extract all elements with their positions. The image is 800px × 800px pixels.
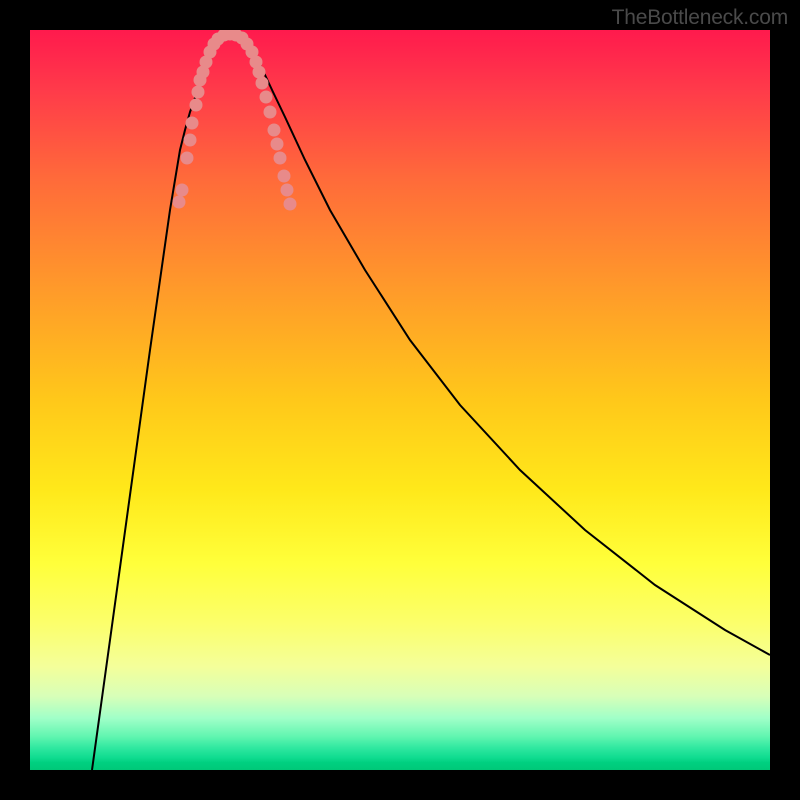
data-dot	[268, 124, 281, 137]
curves-layer	[30, 30, 770, 770]
data-dot	[192, 86, 205, 99]
data-dot	[271, 138, 284, 151]
data-dot	[281, 184, 294, 197]
data-dot	[181, 152, 194, 165]
plot-area	[30, 30, 770, 770]
data-dot	[278, 170, 291, 183]
data-dot	[284, 198, 297, 211]
data-dot	[186, 117, 199, 130]
data-dot	[260, 91, 273, 104]
data-dot	[176, 184, 189, 197]
data-dot	[256, 77, 269, 90]
data-dot	[190, 99, 203, 112]
data-dot	[264, 106, 277, 119]
data-dot	[173, 196, 186, 209]
curve-left	[92, 35, 220, 770]
watermark-text: TheBottleneck.com	[612, 6, 788, 30]
curve-right	[240, 35, 770, 655]
data-dot	[274, 152, 287, 165]
data-dot	[184, 134, 197, 147]
chart-canvas: TheBottleneck.com	[0, 0, 800, 800]
data-dots	[173, 30, 297, 211]
data-dot	[253, 66, 266, 79]
